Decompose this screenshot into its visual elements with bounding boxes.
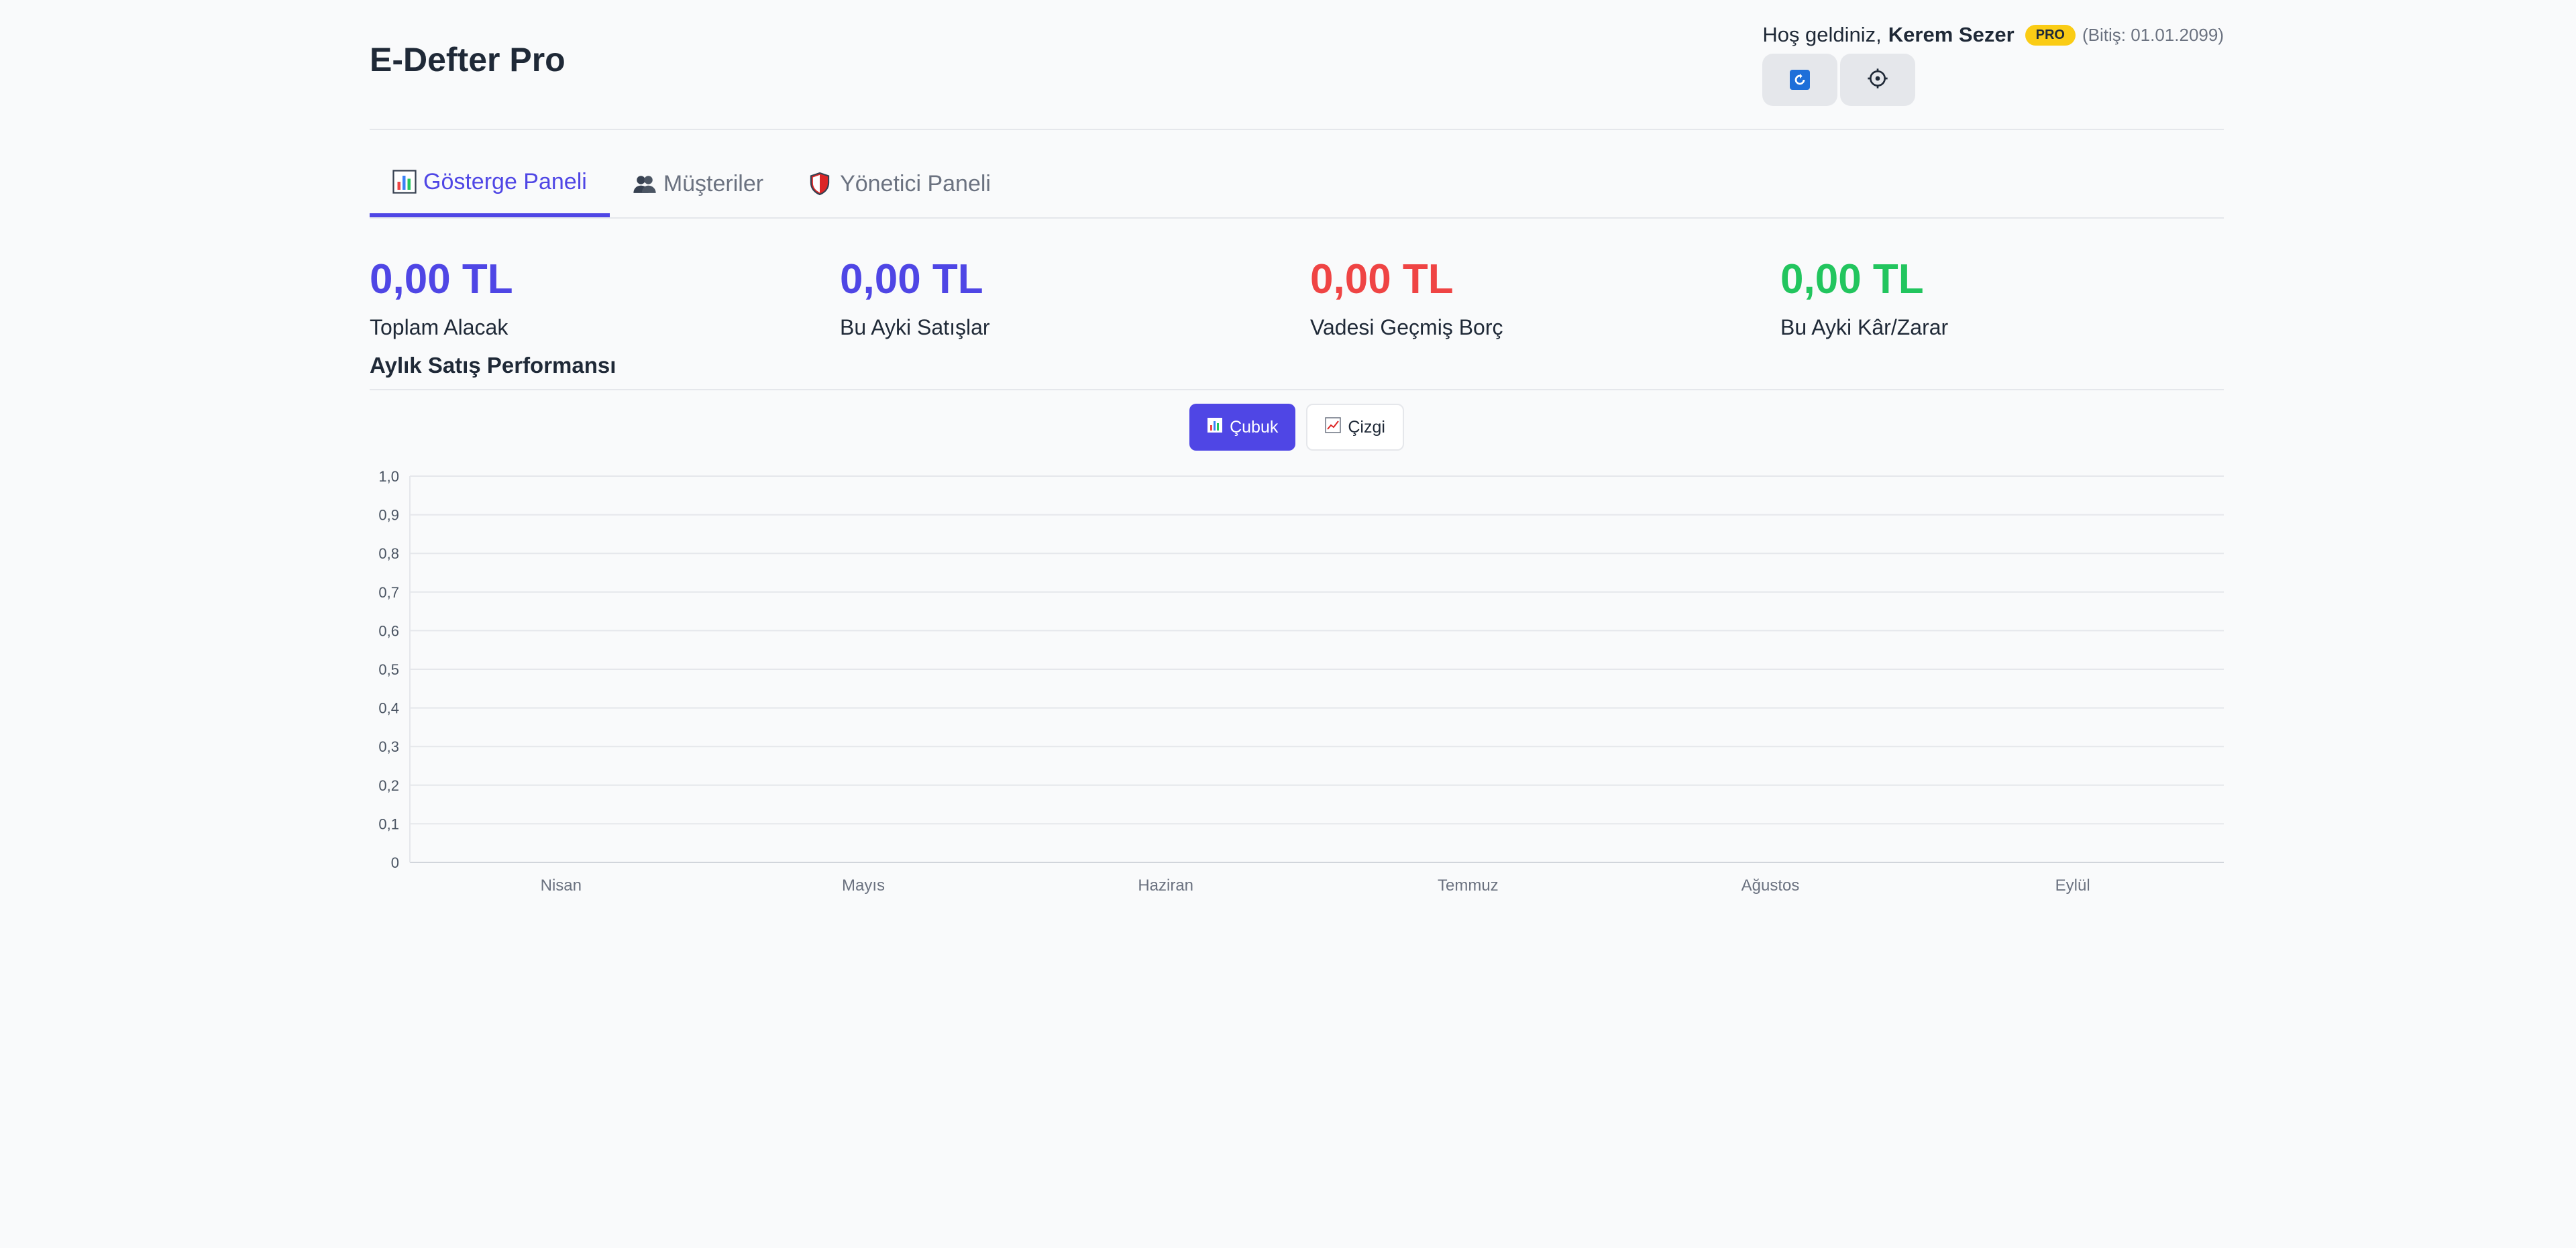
stat-label: Toplam Alacak bbox=[370, 315, 508, 339]
x-tick-label: Temmuz bbox=[1438, 876, 1499, 895]
users-icon bbox=[633, 172, 657, 196]
gear-icon bbox=[1867, 68, 1888, 93]
header-actions bbox=[1762, 54, 2224, 106]
stat-total-receivable: 0,00 TL Toplam Alacak bbox=[370, 259, 513, 340]
y-tick-label: 0,5 bbox=[378, 661, 399, 678]
stat-value: 0,00 TL bbox=[1310, 256, 1454, 302]
line-chart-button[interactable]: Çizgi bbox=[1306, 404, 1404, 451]
header: E-Defter Pro Hoş geldiniz, Kerem Sezer P… bbox=[370, 0, 2224, 130]
expiry-text: (Bitiş: 01.01.2099) bbox=[2082, 24, 2224, 45]
y-tick-label: 0 bbox=[391, 854, 399, 871]
y-tick-label: 1,0 bbox=[378, 468, 399, 485]
stat-monthly-sales: 0,00 TL Bu Ayki Satışlar bbox=[840, 259, 990, 340]
chart-type-toggle: Çubuk Çizgi bbox=[370, 390, 2224, 464]
chart-header: Aylık Satış Performansı bbox=[370, 346, 2224, 390]
stat-value: 0,00 TL bbox=[840, 256, 983, 302]
sales-chart: 0 0,1 0,2 0,3 0,4 0,5 0,6 0,7 0,8 0,9 1,0 Nisan Mayı… bbox=[378, 468, 2224, 895]
line-chart-icon bbox=[1325, 416, 1342, 438]
y-tick-label: 0,4 bbox=[378, 700, 399, 717]
stat-value: 0,00 TL bbox=[1780, 256, 1924, 302]
tab-dashboard[interactable]: Gösterge Paneli bbox=[370, 150, 610, 217]
y-tick-label: 0,8 bbox=[378, 545, 399, 562]
stat-label: Bu Ayki Satışlar bbox=[840, 315, 990, 339]
settings-button[interactable] bbox=[1840, 54, 1916, 106]
y-tick-label: 0,1 bbox=[378, 815, 399, 832]
app-title: E-Defter Pro bbox=[370, 41, 566, 78]
tab-customers[interactable]: Müşteriler bbox=[610, 150, 786, 217]
y-tick-label: 0,7 bbox=[378, 584, 399, 601]
stats-row: 0,00 TL Toplam Alacak 0,00 TL Bu Ayki Sa… bbox=[370, 219, 2224, 346]
tab-label: Müşteriler bbox=[663, 170, 764, 196]
stat-overdue-debt: 0,00 TL Vadesi Geçmiş Borç bbox=[1310, 259, 1503, 340]
x-tick-label: Nisan bbox=[541, 876, 582, 895]
refresh-button[interactable] bbox=[1762, 54, 1838, 106]
bar-chart-icon bbox=[1207, 417, 1223, 438]
user-name: Kerem Sezer bbox=[1888, 23, 2015, 46]
x-tick-label: Ağustos bbox=[1741, 876, 1800, 895]
y-tick-label: 0,2 bbox=[378, 777, 399, 794]
stat-monthly-profit: 0,00 TL Bu Ayki Kâr/Zarar bbox=[1780, 259, 1948, 340]
welcome-text: Hoş geldiniz, bbox=[1762, 23, 1882, 46]
refresh-icon bbox=[1790, 70, 1811, 90]
pro-badge: PRO bbox=[2025, 24, 2076, 46]
y-tick-label: 0,9 bbox=[378, 507, 399, 524]
tab-label: Gösterge Paneli bbox=[423, 168, 587, 194]
stat-value: 0,00 TL bbox=[370, 256, 513, 302]
welcome-line: Hoş geldiniz, Kerem Sezer PRO (Bitiş: 01… bbox=[1762, 23, 2224, 47]
app-container: E-Defter Pro Hoş geldiniz, Kerem Sezer P… bbox=[370, 0, 2224, 900]
line-chart-label: Çizgi bbox=[1348, 417, 1385, 437]
tab-label: Yönetici Paneli bbox=[840, 170, 991, 196]
y-tick-label: 0,6 bbox=[378, 622, 399, 639]
bar-chart-label: Çubuk bbox=[1230, 417, 1279, 437]
stat-label: Vadesi Geçmiş Borç bbox=[1310, 315, 1503, 339]
y-tick-label: 0,3 bbox=[378, 738, 399, 755]
x-tick-label: Eylül bbox=[2055, 876, 2090, 895]
shield-icon bbox=[809, 172, 833, 196]
x-tick-label: Haziran bbox=[1138, 876, 1193, 895]
bar-chart-button[interactable]: Çubuk bbox=[1189, 404, 1296, 451]
user-area: Hoş geldiniz, Kerem Sezer PRO (Bitiş: 01… bbox=[1762, 23, 2224, 106]
chart-icon bbox=[392, 170, 417, 194]
stat-label: Bu Ayki Kâr/Zarar bbox=[1780, 315, 1949, 339]
chart-title: Aylık Satış Performansı bbox=[370, 353, 616, 378]
tab-admin[interactable]: Yönetici Paneli bbox=[786, 150, 1014, 217]
tab-bar: Gösterge Paneli Müşteriler Yönetici Pane… bbox=[370, 130, 2224, 219]
x-tick-label: Mayıs bbox=[842, 876, 885, 895]
